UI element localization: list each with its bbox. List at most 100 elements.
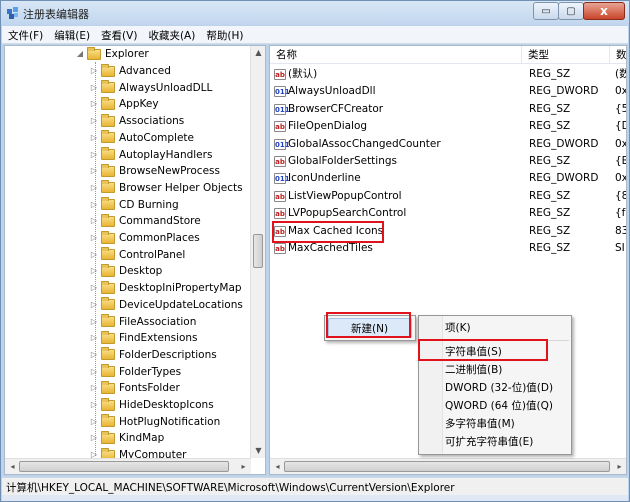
value-type: REG_SZ	[529, 189, 571, 202]
expand-arrow-icon[interactable]: ▷	[89, 314, 99, 330]
expand-arrow-icon[interactable]: ▷	[89, 63, 99, 79]
value-row[interactable]: ab(默认) REG_SZ (数	[270, 66, 626, 83]
menu-favorites[interactable]: 收藏夹(A)	[142, 26, 200, 43]
tree-item-label: BrowseNewProcess	[119, 165, 220, 178]
tree-item[interactable]: ▷ DesktopIniPropertyMap	[89, 280, 242, 296]
scroll-right-icon[interactable]: ▸	[236, 460, 251, 474]
value-row[interactable]: ab GlobalFolderSettings REG_SZ {E	[270, 153, 626, 170]
values-header: 名称 类型 数	[270, 46, 626, 64]
column-header-data[interactable]: 数	[610, 46, 626, 64]
submenu-item-qword-value[interactable]: QWORD (64 位)值(Q)	[445, 396, 553, 416]
tree-item[interactable]: ▷ AlwaysUnloadDLL	[89, 80, 212, 96]
values-hscroll-thumb[interactable]	[284, 461, 610, 472]
tree-item[interactable]: ▷ BrowseNewProcess	[89, 163, 220, 179]
value-row[interactable]: 011 AlwaysUnloadDll REG_DWORD 0x	[270, 83, 626, 100]
folder-icon	[101, 147, 115, 160]
tree-hscroll-thumb[interactable]	[19, 461, 229, 472]
tree-item-label: CD Burning	[119, 198, 179, 211]
tree-item[interactable]: ▷ Associations	[89, 113, 184, 129]
value-type: REG_SZ	[529, 120, 571, 133]
scroll-left-icon[interactable]: ◂	[5, 460, 20, 474]
expand-arrow-icon[interactable]: ▷	[89, 297, 99, 313]
expand-arrow-icon[interactable]: ▷	[89, 414, 99, 430]
tree-item[interactable]: ▷ Browser Helper Objects	[89, 180, 243, 196]
submenu-item-key[interactable]: 项(K)	[445, 318, 471, 338]
tree-item[interactable]: ▷ CD Burning	[89, 197, 179, 213]
tree-item-explorer[interactable]: ◢ Explorer	[75, 46, 149, 62]
expand-arrow-icon[interactable]: ▷	[89, 130, 99, 146]
close-button[interactable]: x	[583, 2, 625, 20]
submenu-item-binary-value[interactable]: 二进制值(B)	[445, 360, 502, 380]
menu-view[interactable]: 查看(V)	[95, 26, 142, 43]
tree-item[interactable]: ▷ Advanced	[89, 63, 171, 79]
expand-arrow-icon[interactable]: ▷	[89, 230, 99, 246]
expand-arrow-icon[interactable]: ▷	[89, 213, 99, 229]
tree-horizontal-scrollbar[interactable]: ◂ ▸	[5, 458, 251, 474]
menu-help[interactable]: 帮助(H)	[200, 26, 248, 43]
value-row[interactable]: 011 GlobalAssocChangedCounter REG_DWORD 0x	[270, 136, 626, 153]
tree-item[interactable]: ▷ FolderTypes	[89, 364, 181, 380]
expand-arrow-icon[interactable]: ▷	[89, 80, 99, 96]
tree-item[interactable]: ▷ KindMap	[89, 430, 164, 446]
collapse-arrow-icon[interactable]: ◢	[75, 46, 85, 62]
column-header-type[interactable]: 类型	[522, 46, 610, 64]
scroll-down-icon[interactable]: ▼	[251, 444, 265, 458]
expand-arrow-icon[interactable]: ▷	[89, 197, 99, 213]
key-tree-pane[interactable]: ◢ Explorer ▷ Advanced ▷ AlwaysUnloadDLL ▷ App…	[4, 45, 266, 475]
menu-edit[interactable]: 编辑(E)	[48, 26, 95, 43]
value-data: 0x	[615, 172, 627, 185]
tree-item[interactable]: ▷ CommonPlaces	[89, 230, 200, 246]
values-horizontal-scrollbar[interactable]: ◂ ▸	[270, 458, 626, 474]
value-row[interactable]: abFileOpenDialog REG_SZ {D	[270, 118, 626, 135]
value-row[interactable]: 011 IconUnderline REG_DWORD 0x	[270, 170, 627, 187]
expand-arrow-icon[interactable]: ▷	[89, 347, 99, 363]
regedit-window: 注册表编辑器 ▭ ▢ x 文件(F) 编辑(E) 查看(V) 收藏夹(A) 帮助…	[0, 0, 630, 502]
tree-vertical-scrollbar[interactable]: ▲ ▼	[250, 46, 265, 458]
submenu-item-multi-string-value[interactable]: 多字符串值(M)	[445, 414, 515, 434]
scroll-up-icon[interactable]: ▲	[251, 46, 265, 60]
expand-arrow-icon[interactable]: ▷	[89, 364, 99, 380]
column-header-name[interactable]: 名称	[270, 46, 522, 64]
expand-arrow-icon[interactable]: ▷	[89, 263, 99, 279]
tree-item[interactable]: ▷ AutoplayHandlers	[89, 147, 212, 163]
close-icon: x	[600, 4, 608, 18]
value-row[interactable]: abLVPopupSearchControl REG_SZ {fc	[270, 205, 626, 222]
expand-arrow-icon[interactable]: ▷	[89, 147, 99, 163]
submenu-item-dword-value[interactable]: DWORD (32-位)值(D)	[445, 378, 553, 398]
expand-arrow-icon[interactable]: ▷	[89, 180, 99, 196]
expand-arrow-icon[interactable]: ▷	[89, 113, 99, 129]
expand-arrow-icon[interactable]: ▷	[89, 330, 99, 346]
maximize-button[interactable]: ▢	[558, 2, 584, 20]
expand-arrow-icon[interactable]: ▷	[89, 96, 99, 112]
tree-item[interactable]: ▷ HideDesktopIcons	[89, 397, 214, 413]
expand-arrow-icon[interactable]: ▷	[89, 397, 99, 413]
tree-item[interactable]: ▷ HotPlugNotification	[89, 414, 220, 430]
expand-arrow-icon[interactable]: ▷	[89, 280, 99, 296]
submenu-item-expandable-string-value[interactable]: 可扩充字符串值(E)	[445, 432, 533, 452]
tree-item[interactable]: ▷ CommandStore	[89, 213, 201, 229]
folder-icon	[101, 180, 115, 194]
tree-item[interactable]: ▷ ControlPanel	[89, 247, 185, 263]
tree-scroll-thumb[interactable]	[253, 234, 263, 268]
tree-item[interactable]: ▷ AppKey	[89, 96, 159, 112]
expand-arrow-icon[interactable]: ▷	[89, 247, 99, 263]
minimize-button[interactable]: ▭	[533, 2, 559, 20]
tree-item[interactable]: ▷ Desktop	[89, 263, 162, 279]
scroll-right-icon[interactable]: ▸	[612, 460, 626, 474]
title-bar[interactable]: 注册表编辑器 ▭ ▢ x	[1, 1, 629, 25]
scroll-left-icon[interactable]: ◂	[270, 460, 285, 474]
value-row[interactable]: abListViewPopupControl REG_SZ {8	[270, 188, 626, 205]
tree-item[interactable]: ▷ AutoComplete	[89, 130, 194, 146]
tree-item[interactable]: ▷ DeviceUpdateLocations	[89, 297, 243, 313]
expand-arrow-icon[interactable]: ▷	[89, 430, 99, 446]
tree-item[interactable]: ▷ FileAssociation	[89, 314, 196, 330]
expand-arrow-icon[interactable]: ▷	[89, 163, 99, 179]
expand-arrow-icon[interactable]: ▷	[89, 380, 99, 396]
tree-item[interactable]: ▷ FindExtensions	[89, 330, 198, 346]
tree-item[interactable]: ▷ FolderDescriptions	[89, 347, 217, 363]
tree-item[interactable]: ▷ FontsFolder	[89, 380, 180, 396]
value-type: REG_DWORD	[529, 172, 599, 185]
menu-file[interactable]: 文件(F)	[2, 26, 48, 43]
value-row[interactable]: 011BrowserCFCreator REG_SZ {5	[270, 101, 626, 118]
tree-item-label: HotPlugNotification	[119, 415, 221, 428]
